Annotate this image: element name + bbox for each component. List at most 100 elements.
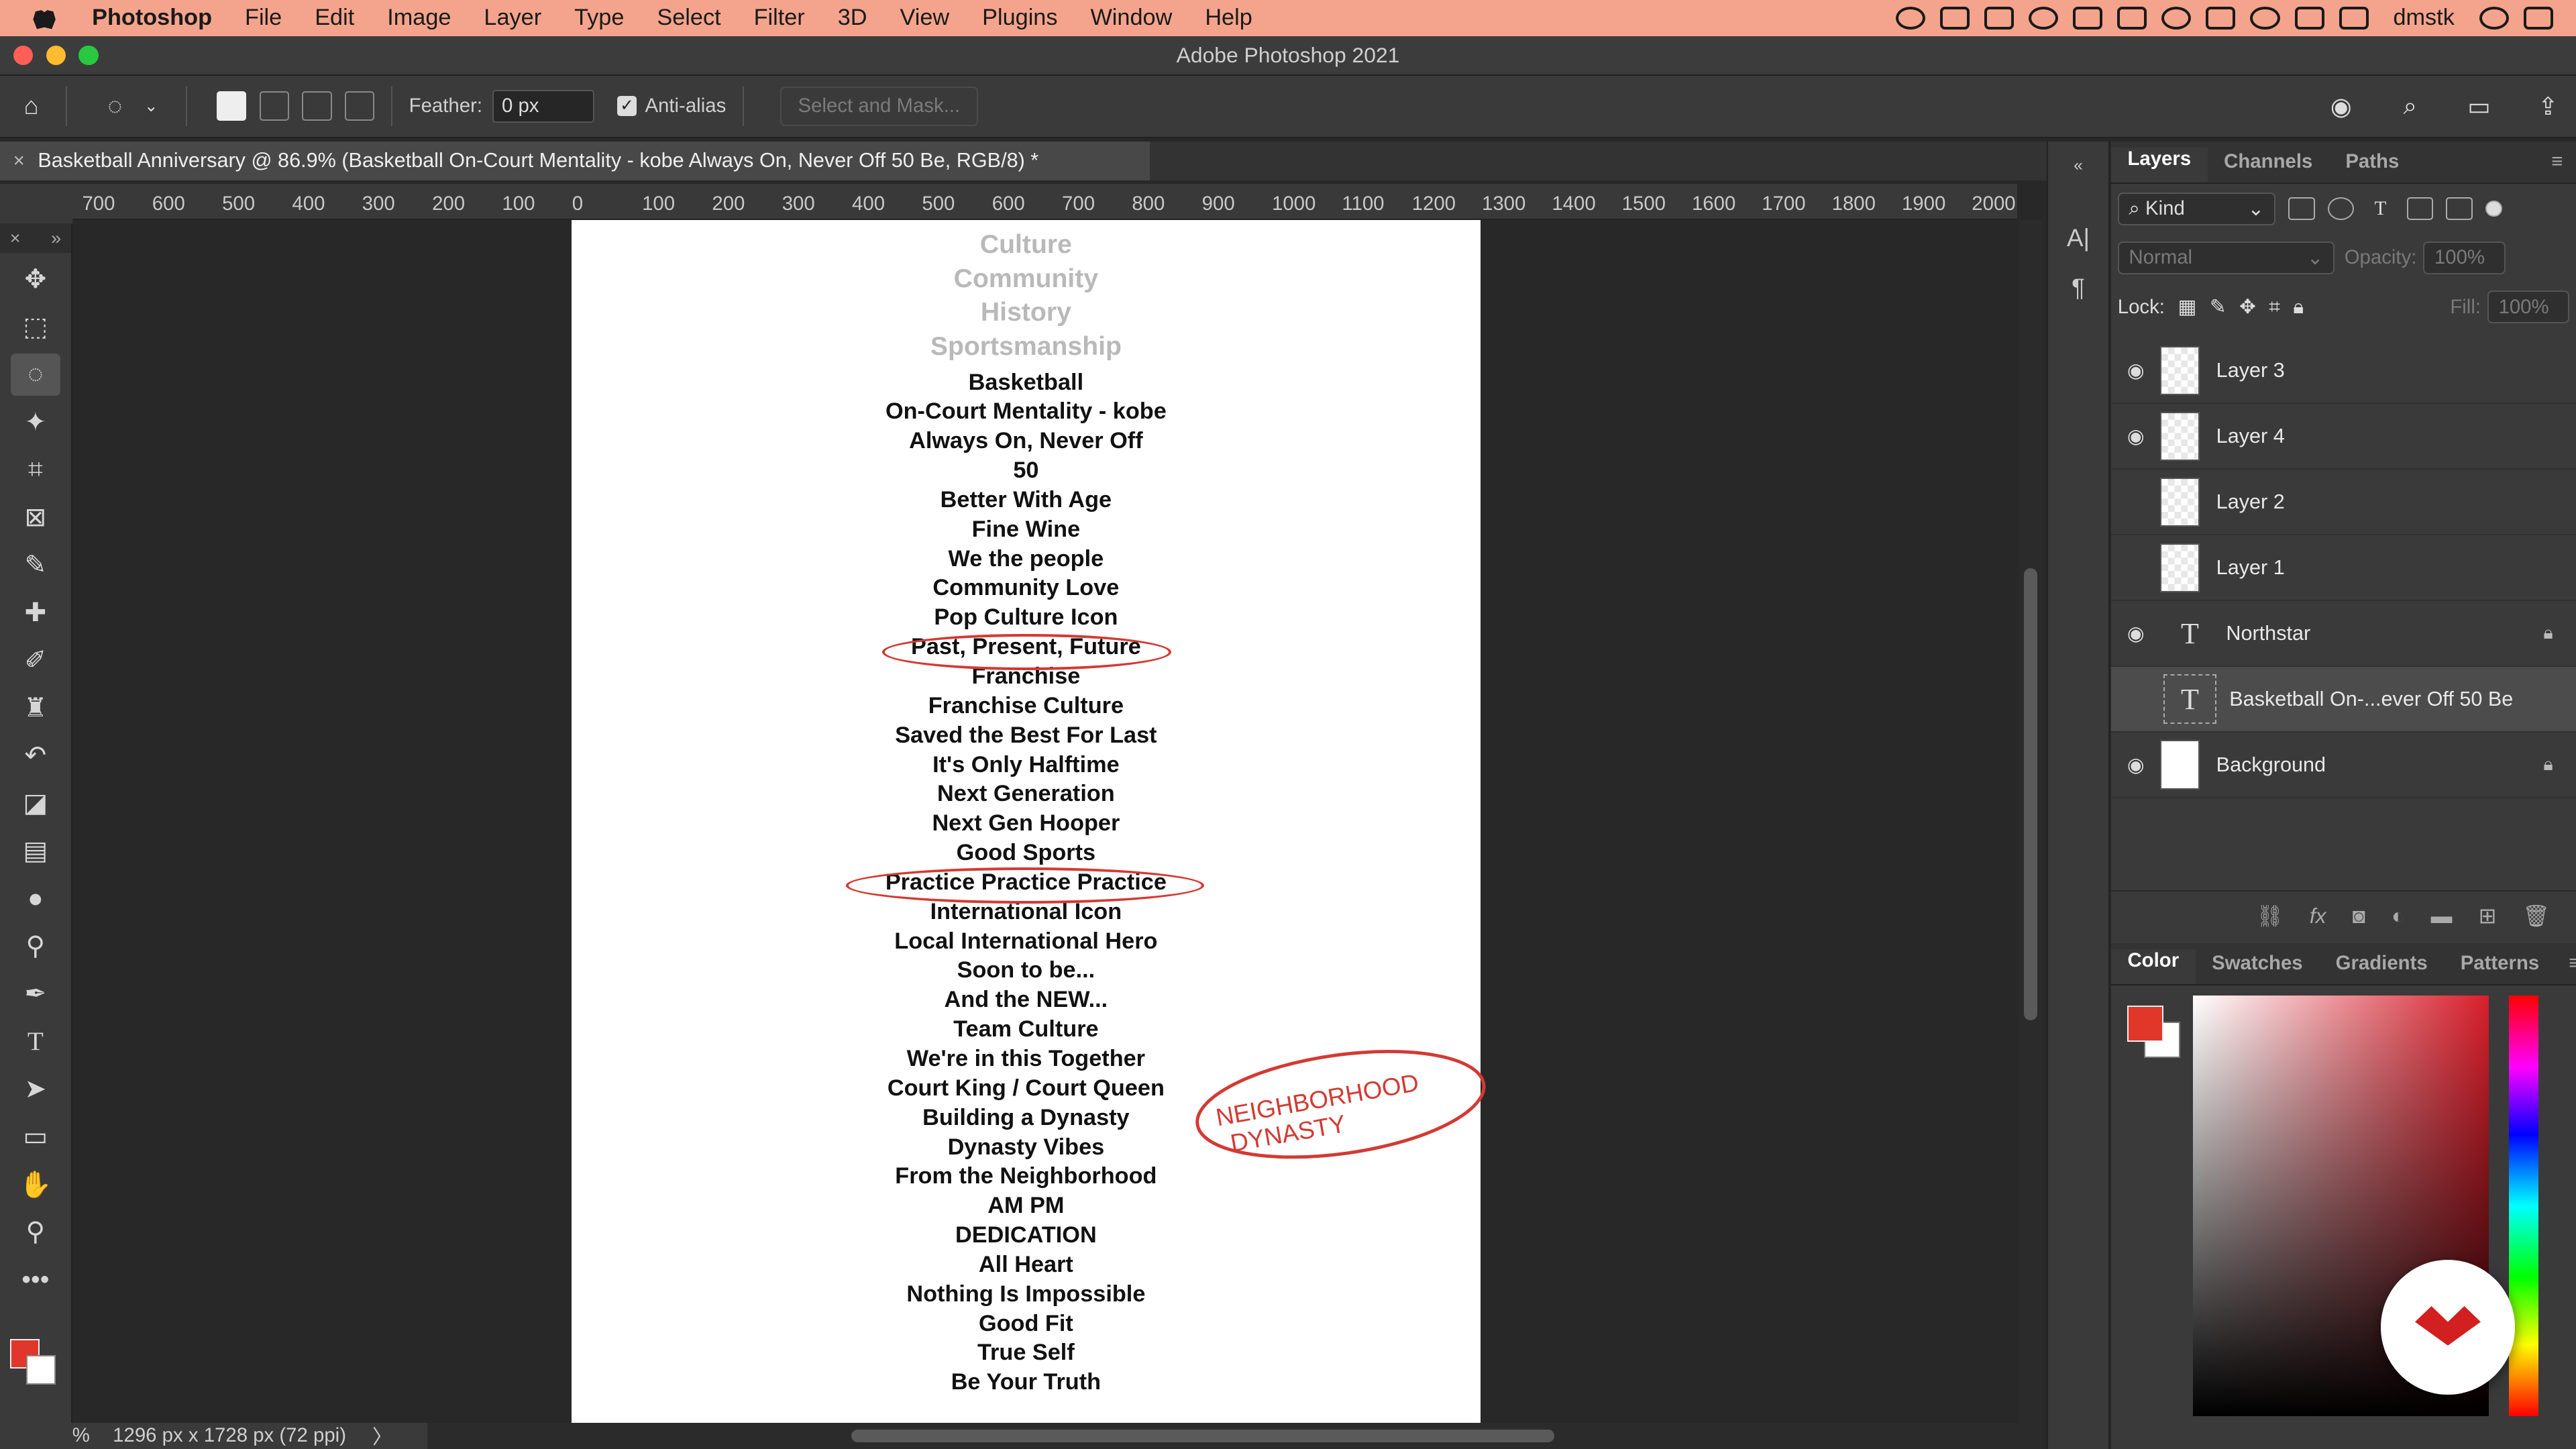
menu-file[interactable]: File [229,5,299,31]
anti-alias-checkbox[interactable]: ✓ [616,96,637,116]
chevron-down-icon[interactable]: ⌄ [133,88,169,124]
subtract-from-selection-icon[interactable] [302,91,332,121]
home-icon[interactable]: ⌂ [13,88,50,124]
user-name[interactable]: dmstk [2393,5,2454,31]
expand-panel-icon[interactable]: » [51,223,61,253]
opacity-field[interactable]: 100% [2423,241,2506,274]
path-selection-tool-icon[interactable]: ➤ [11,1068,60,1111]
apple-menu-icon[interactable] [33,10,56,30]
color-panel-menu-icon[interactable]: ≡ [2556,952,2576,985]
intersect-selection-icon[interactable] [345,91,375,121]
new-group-icon[interactable]: ▬ [2431,904,2453,928]
blend-mode-dropdown[interactable]: Normal ⌄ [2117,241,2334,274]
control-center-icon[interactable] [2523,6,2553,30]
frame-tool-icon[interactable]: ⊠ [11,496,60,539]
brush-tool-icon[interactable]: ✐ [11,639,60,682]
magic-wand-tool-icon[interactable]: ✦ [11,401,60,444]
type-tool-icon[interactable]: T [11,1020,60,1063]
layer-name[interactable]: Basketball On-...ever Off 50 Be [2229,688,2513,711]
menu-help[interactable]: Help [1189,5,1269,31]
share-icon[interactable]: ⇪ [2530,88,2566,124]
rectangle-tool-icon[interactable]: ▭ [11,1116,60,1159]
menu-layer[interactable]: Layer [468,5,558,31]
history-brush-tool-icon[interactable]: ↶ [11,735,60,777]
delete-layer-icon[interactable]: 🗑︎ [2522,903,2549,928]
layer-row-selected[interactable]: ◉ T Basketball On-...ever Off 50 Be [2110,667,2576,733]
tab-channels[interactable]: Channels [2208,150,2329,183]
sync-icon[interactable] [1895,6,1925,30]
paragraph-panel-icon[interactable]: ¶ [2057,266,2100,309]
feather-input[interactable]: 0 px [492,89,594,123]
menu-plugins[interactable]: Plugins [966,5,1074,31]
s-app-icon[interactable] [2073,6,2103,30]
layer-name[interactable]: Layer 3 [2216,359,2285,382]
spotlight-search-icon[interactable] [2479,6,2509,30]
stamp-tool-icon[interactable]: ♜ [11,687,60,730]
pen-tool-icon[interactable]: ✒ [11,973,60,1016]
visibility-eye-icon[interactable]: ◉ [2111,688,2160,711]
layer-name[interactable]: Layer 1 [2216,556,2285,580]
visibility-eye-icon[interactable]: ◉ [2111,556,2160,580]
menu-3d[interactable]: 3D [821,5,883,31]
visibility-eye-icon[interactable]: ◉ [2111,425,2160,448]
layer-name[interactable]: Layer 2 [2216,490,2285,514]
canvas-area[interactable]: Culture Community History Sportsmanship … [72,220,2018,1423]
type-filter-icon[interactable]: T [2367,197,2394,220]
dodge-tool-icon[interactable]: ⚲ [11,925,60,968]
lasso-icon[interactable]: ◌ [97,88,133,124]
fill-field[interactable]: 100% [2487,290,2570,324]
close-window-button[interactable] [13,45,33,65]
search-icon[interactable]: ⌕ [2392,88,2428,124]
vertical-scrollbar[interactable] [2019,220,2043,1423]
zoom-tool-icon[interactable]: ⚲ [11,1211,60,1254]
close-tab-icon[interactable]: × [13,150,25,172]
dropbox-icon[interactable] [1984,6,2014,30]
adjustment-layer-icon[interactable]: ◐ [2392,904,2404,928]
wifi-icon[interactable] [2250,6,2280,30]
menu-filter[interactable]: Filter [737,5,821,31]
smart-object-filter-icon[interactable] [2446,197,2473,221]
tab-paths[interactable]: Paths [2329,150,2416,183]
layer-row[interactable]: ◉ Layer 2 [2110,470,2576,536]
volume-icon[interactable] [2294,6,2324,30]
share-feedback-icon[interactable]: ◉ [2323,88,2359,124]
hand-tool-icon[interactable]: ✋ [11,1163,60,1206]
zoom-window-button[interactable] [78,45,99,65]
move-tool-icon[interactable]: ✥ [11,258,60,301]
bluetooth-icon[interactable] [2161,6,2192,30]
tab-patterns[interactable]: Patterns [2444,952,2556,985]
zoom-indicator[interactable]: % [72,1424,90,1447]
lasso-tool-icon[interactable]: ◌ [11,353,60,396]
menu-window[interactable]: Window [1074,5,1189,31]
blur-tool-icon[interactable]: ● [11,877,60,920]
new-layer-icon[interactable]: ⊞ [2479,903,2497,928]
shape-filter-icon[interactable] [2406,197,2433,221]
layer-name[interactable]: Layer 4 [2216,425,2285,448]
link-layers-icon[interactable]: ⛓ [2256,903,2283,928]
gradient-tool-icon[interactable]: ▤ [11,830,60,873]
layer-row[interactable]: ◉ Layer 1 [2110,535,2576,602]
visibility-eye-icon[interactable]: ◉ [2111,622,2160,645]
airplay-icon[interactable] [2206,6,2236,30]
more-tools-icon[interactable]: ••• [11,1258,60,1301]
lock-artboard-icon[interactable]: ⌗ [2269,296,2280,319]
character-panel-icon[interactable]: A| [2057,217,2100,260]
tab-layers[interactable]: Layers [2110,147,2208,183]
eyedropper-tool-icon[interactable]: ✎ [11,544,60,587]
lock-transparent-icon[interactable]: ▦ [2178,295,2197,319]
flag-icon[interactable] [2339,6,2369,30]
menu-image[interactable]: Image [371,5,468,31]
lock-all-icon[interactable]: 🔒︎ [2293,296,2304,319]
menu-type[interactable]: Type [558,5,641,31]
lock-position-icon[interactable]: ✥ [2239,295,2256,319]
layer-row[interactable]: ◉ Layer 3 [2110,338,2576,405]
app-icon[interactable] [2117,6,2147,30]
menu-edit[interactable]: Edit [299,5,371,31]
screen-icon[interactable] [1939,6,1970,30]
document-canvas[interactable]: Culture Community History Sportsmanship … [572,220,1486,1423]
visibility-eye-icon[interactable]: ◉ [2111,753,2160,777]
add-to-selection-icon[interactable] [259,91,289,121]
kind-filter-dropdown[interactable]: ⌕ Kind ⌄ [2117,192,2275,225]
status-arrow-icon[interactable]: 〉 [372,1421,392,1449]
layer-name[interactable]: Background [2216,753,2326,777]
